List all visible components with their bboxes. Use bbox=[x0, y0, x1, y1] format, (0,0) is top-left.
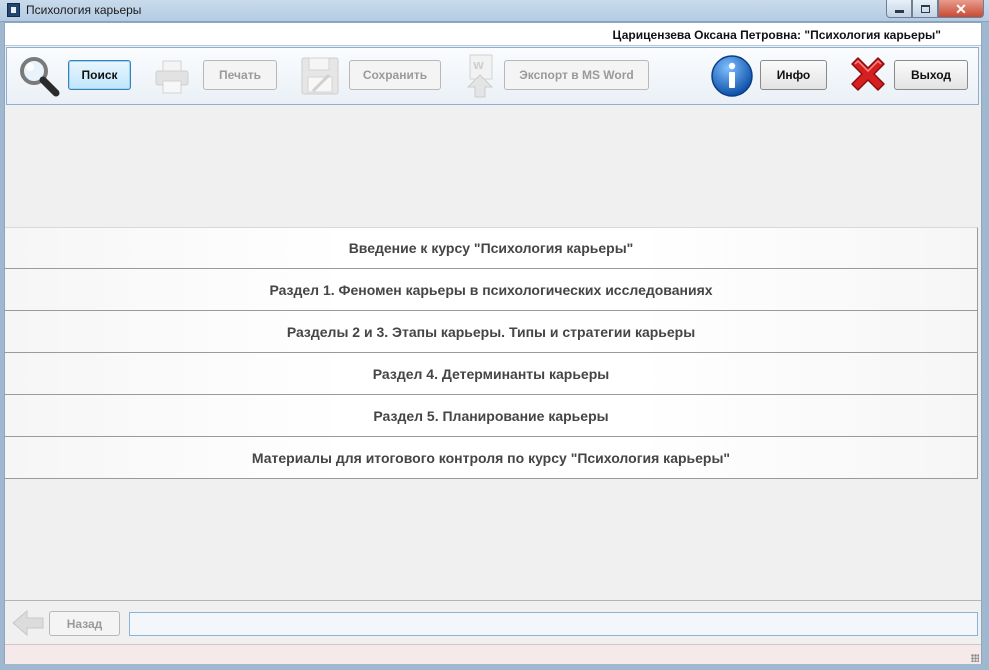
back-button[interactable]: Назад bbox=[49, 611, 120, 636]
status-bar bbox=[5, 644, 981, 664]
printer-icon bbox=[155, 60, 189, 94]
maximize-icon bbox=[920, 4, 930, 13]
menu-item-section-5[interactable]: Раздел 5. Планирование карьеры bbox=[5, 395, 978, 437]
svg-text:W: W bbox=[473, 61, 484, 72]
header-bar: Царицензева Оксана Петровна: "Психология… bbox=[5, 23, 981, 46]
maximize-button[interactable] bbox=[912, 0, 938, 18]
menu-item-section-1[interactable]: Раздел 1. Феномен карьеры в психологичес… bbox=[5, 269, 978, 311]
course-sections-menu: Введение к курсу "Психология карьеры" Ра… bbox=[5, 227, 978, 479]
minimize-button[interactable] bbox=[886, 0, 912, 18]
menu-item-final-control[interactable]: Материалы для итогового контроля по курс… bbox=[5, 437, 978, 479]
footer-divider bbox=[5, 600, 981, 601]
save-button[interactable]: Сохранить bbox=[349, 60, 441, 90]
close-window-button[interactable]: ✕ bbox=[938, 0, 984, 18]
menu-item-section-4[interactable]: Раздел 4. Детерминанты карьеры bbox=[5, 353, 978, 395]
status-field[interactable] bbox=[129, 612, 978, 636]
print-button[interactable]: Печать bbox=[203, 60, 277, 90]
floppy-disk-icon bbox=[301, 57, 339, 95]
app-icon bbox=[7, 3, 20, 17]
menu-item-sections-2-3[interactable]: Разделы 2 и 3. Этапы карьеры. Типы и стр… bbox=[5, 311, 978, 353]
export-word-button[interactable]: Экспорт в MS Word bbox=[504, 60, 649, 90]
toolbar: Поиск Печать Сохранить W Экспорт в MS Wo… bbox=[6, 47, 979, 105]
info-icon[interactable] bbox=[710, 54, 754, 98]
minimize-icon bbox=[894, 10, 904, 13]
word-export-icon: W bbox=[466, 54, 494, 98]
red-x-icon[interactable] bbox=[846, 54, 890, 98]
content-spacer bbox=[5, 106, 981, 227]
window-controls: ✕ bbox=[886, 0, 984, 18]
window-title: Психология карьеры bbox=[26, 3, 142, 17]
search-icon[interactable] bbox=[16, 53, 62, 99]
close-icon: ✕ bbox=[955, 0, 967, 17]
exit-button[interactable]: Выход bbox=[894, 60, 968, 90]
menu-item-introduction[interactable]: Введение к курсу "Психология карьеры" bbox=[5, 227, 978, 269]
info-button[interactable]: Инфо bbox=[760, 60, 827, 90]
resize-grip-icon[interactable] bbox=[971, 654, 979, 662]
search-button[interactable]: Поиск bbox=[68, 60, 131, 90]
window-titlebar: Психология карьеры ✕ bbox=[0, 0, 989, 22]
back-arrow-icon bbox=[12, 609, 44, 637]
app-client-area: Царицензева Оксана Петровна: "Психология… bbox=[4, 22, 982, 664]
course-user-title: Царицензева Оксана Петровна: "Психология… bbox=[612, 28, 941, 42]
